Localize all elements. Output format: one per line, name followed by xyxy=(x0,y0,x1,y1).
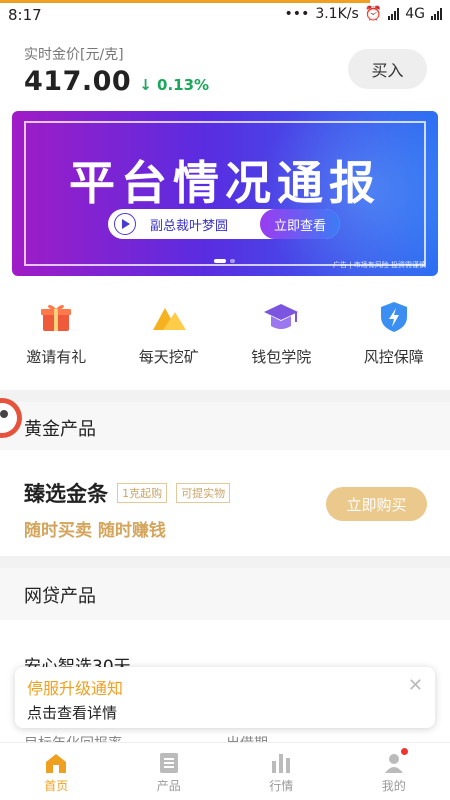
product-tag: 1克起购 xyxy=(117,483,168,503)
mascot-float-icon[interactable] xyxy=(0,392,24,444)
home-icon xyxy=(46,754,67,773)
shield-icon xyxy=(380,302,407,332)
tab-label: 行情 xyxy=(269,779,294,793)
quick-link-invite[interactable]: 邀请有礼 xyxy=(0,300,113,380)
section-divider xyxy=(0,390,450,402)
banner-cta-button[interactable]: 立即查看 xyxy=(260,209,340,239)
market-chart-icon xyxy=(272,754,291,773)
tab-label: 我的 xyxy=(381,779,406,793)
tab-label: 首页 xyxy=(44,779,69,793)
tab-label: 产品 xyxy=(156,779,181,793)
gold-section-title: 黄金产品 xyxy=(24,419,96,440)
close-icon[interactable]: ✕ xyxy=(408,675,423,696)
price-label: 实时金价[元/克] xyxy=(24,47,124,63)
toast-title: 停服升级通知 xyxy=(27,679,124,698)
banner-pill[interactable]: 副总裁叶梦圆 立即查看 xyxy=(108,209,340,239)
carousel-dot xyxy=(214,259,226,263)
play-icon xyxy=(114,213,136,235)
notice-toast[interactable]: 停服升级通知 点击查看详情 ✕ xyxy=(15,667,435,728)
gift-icon xyxy=(41,304,72,331)
more-dots-icon: ••• xyxy=(284,6,310,22)
carousel-dot xyxy=(230,259,235,263)
quick-link-academy[interactable]: 钱包学院 xyxy=(225,300,338,380)
signal-icon xyxy=(388,8,400,20)
status-right: ••• 3.1K/s ⏰ 4G xyxy=(285,6,442,22)
price-value: 417.00 xyxy=(24,66,132,97)
quick-link-label: 每天挖矿 xyxy=(138,348,199,366)
loan-section-title: 网贷产品 xyxy=(24,586,96,607)
quick-link-label: 风控保障 xyxy=(363,348,424,366)
banner-speaker: 副总裁叶梦圆 xyxy=(150,218,229,234)
section-divider xyxy=(0,556,450,568)
banner-title: 平台情况通报 xyxy=(69,156,381,210)
gold-buy-button[interactable]: 立即购买 xyxy=(326,487,427,521)
quick-links: 邀请有礼 每天挖矿 钱包学院 风控保障 xyxy=(0,300,450,380)
bottom-tab-bar: 首页 产品 行情 我的 xyxy=(0,742,450,800)
mountain-icon xyxy=(152,308,186,330)
product-list-icon xyxy=(159,753,178,773)
carousel-dots xyxy=(214,259,235,263)
graduation-cap-icon xyxy=(264,304,299,329)
product-tag: 可提实物 xyxy=(176,483,231,503)
tab-products[interactable]: 产品 xyxy=(113,743,226,800)
tab-market[interactable]: 行情 xyxy=(225,743,338,800)
toast-body: 点击查看详情 xyxy=(27,704,118,722)
gold-price-block: 实时金价[元/克] 417.00 ↓ 0.13% xyxy=(24,44,209,97)
gold-product-name: 臻选金条 xyxy=(24,482,108,506)
status-time: 8:17 xyxy=(8,6,42,24)
tab-home[interactable]: 首页 xyxy=(0,743,113,800)
buy-button[interactable]: 买入 xyxy=(348,49,427,89)
quick-link-risk[interactable]: 风控保障 xyxy=(338,300,450,380)
price-change-value: 0.13% xyxy=(157,76,210,94)
status-bar: 8:17 ••• 3.1K/s ⏰ 4G xyxy=(0,0,450,30)
arrow-down-icon: ↓ xyxy=(139,76,152,94)
banner-footnote: 广告 | 市场有风险 投资需谨慎 xyxy=(332,261,426,269)
net-speed: 3.1K/s xyxy=(315,6,359,22)
alarm-icon: ⏰ xyxy=(364,6,383,22)
promo-banner[interactable]: 平台情况通报 副总裁叶梦圆 立即查看 广告 | 市场有风险 投资需谨慎 xyxy=(12,111,438,276)
tab-profile[interactable]: 我的 xyxy=(338,743,450,800)
price-change: ↓ 0.13% xyxy=(139,76,209,94)
signal-icon-2 xyxy=(431,8,442,20)
network-type: 4G xyxy=(405,6,425,22)
quick-link-mining[interactable]: 每天挖矿 xyxy=(113,300,226,380)
quick-link-label: 钱包学院 xyxy=(251,348,312,366)
quick-link-label: 邀请有礼 xyxy=(26,348,87,366)
notification-dot xyxy=(400,748,408,755)
